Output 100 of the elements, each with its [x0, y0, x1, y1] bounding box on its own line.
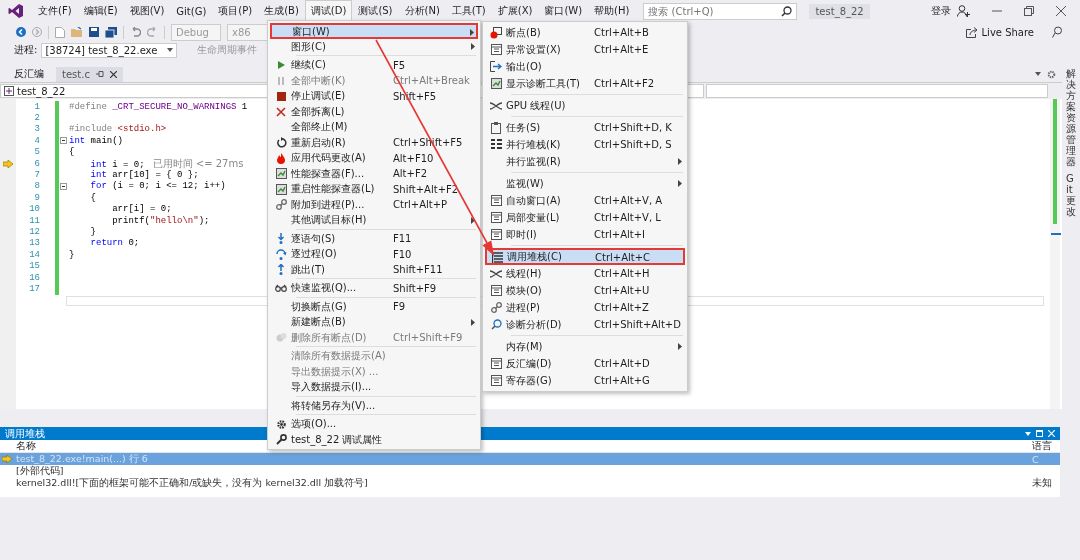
menu-bar-item[interactable]: 工具(T): [445, 0, 492, 22]
menu-item[interactable]: 监视(W): [485, 175, 685, 192]
line-number: 11: [28, 215, 40, 226]
pin-icon[interactable]: [95, 70, 104, 78]
call-stack-row[interactable]: kernel32.dll![下面的框架可能不正确和/或缺失，没有为 kernel32.dll 加载符号] 未知: [0, 477, 1060, 489]
menu-item[interactable]: 跳出(T) Shift+F11: [270, 261, 478, 277]
collapse-icon[interactable]: [59, 137, 67, 145]
menu-bar-item[interactable]: 调试(D): [304, 0, 353, 22]
dropdown-caret-icon[interactable]: [1025, 431, 1031, 436]
menu-item[interactable]: 全部拆离(L): [270, 103, 478, 119]
menu-bar-item[interactable]: 测试(S): [352, 0, 399, 22]
menu-item[interactable]: 重启性能探查器(L) Shift+Alt+F2: [270, 181, 478, 197]
side-tab[interactable]: Git 更改: [1066, 173, 1076, 217]
maximize-icon[interactable]: [1036, 430, 1043, 437]
pause-icon: [277, 75, 285, 86]
menu-item[interactable]: 反汇编(D) Ctrl+Alt+D: [485, 355, 685, 372]
menu-item[interactable]: 即时(I) Ctrl+Alt+I: [485, 226, 685, 243]
menu-item[interactable]: 新建断点(B): [270, 314, 478, 330]
code-line: }: [69, 249, 75, 260]
frame-language: 未知: [1032, 476, 1053, 490]
menu-item[interactable]: 寄存器(G) Ctrl+Alt+G: [485, 372, 685, 389]
menu-item[interactable]: 附加到进程(P)... Ctrl+Alt+P: [270, 196, 478, 212]
stop-icon: [276, 91, 286, 101]
link-icon: [490, 302, 502, 313]
line-number: 2: [33, 113, 40, 124]
menu-bar-item[interactable]: 编辑(E): [77, 0, 124, 22]
menu-item[interactable]: 模块(O) Ctrl+Alt+U: [485, 282, 685, 299]
code-line: {: [89, 192, 96, 203]
call-stack-row[interactable]: [外部代码]: [0, 465, 1060, 477]
menu-item[interactable]: 应用代码更改(A) Alt+F10: [270, 150, 478, 166]
menu-item[interactable]: 显示诊断工具(T) Ctrl+Alt+F2: [485, 75, 685, 92]
menu-item[interactable]: 其他调试目标(H): [270, 212, 478, 228]
menu-bar-item[interactable]: Git(G): [170, 1, 213, 21]
menu-item[interactable]: 逐过程(O) F10: [270, 246, 478, 262]
vertical-scrollbar[interactable]: [1050, 99, 1060, 409]
menu-item[interactable]: 自动窗口(A) Ctrl+Alt+V, A: [485, 192, 685, 209]
menu-item[interactable]: 进程(P) Ctrl+Alt+Z: [485, 299, 685, 316]
add-person-icon[interactable]: [957, 5, 970, 17]
open-folder-icon[interactable]: [71, 27, 83, 37]
save-icon[interactable]: [89, 27, 99, 37]
menu-item[interactable]: 切换断点(G) F9: [270, 298, 478, 314]
new-file-icon[interactable]: [55, 26, 65, 38]
menu-item[interactable]: 逐语句(S) F11: [270, 230, 478, 246]
menu-item[interactable]: 调用堆栈(C) Ctrl+Alt+C: [485, 248, 685, 265]
menu-item[interactable]: 图形(C): [270, 38, 478, 54]
menu-bar-item[interactable]: 窗口(W): [538, 0, 589, 22]
menu-item[interactable]: 线程(H) Ctrl+Alt+H: [485, 265, 685, 282]
column-header[interactable]: 语言: [1032, 439, 1060, 453]
line-number: 17: [28, 283, 40, 294]
menu-item[interactable]: 窗口(W): [270, 23, 478, 39]
back-icon[interactable]: [16, 27, 26, 37]
chart-icon: [490, 78, 502, 89]
menu-bar-item[interactable]: 视图(V): [123, 0, 171, 22]
document-tab[interactable]: test.c: [56, 66, 123, 82]
menu-bar-item[interactable]: 生成(B): [258, 0, 305, 22]
code-line: #include <stdio.h>: [69, 124, 167, 135]
menu-item[interactable]: GPU 线程(U): [485, 97, 685, 114]
menu-item[interactable]: 局部变量(L) Ctrl+Alt+V, L: [485, 209, 685, 226]
document-tab[interactable]: 反汇编: [8, 66, 50, 82]
menu-item[interactable]: 将转储另存为(V)...: [270, 397, 478, 413]
side-tab[interactable]: 解决方案资源管理器: [1066, 68, 1076, 167]
menu-item[interactable]: 继续(C) F5: [270, 57, 478, 73]
menu-item[interactable]: 异常设置(X) Ctrl+Alt+E: [485, 41, 685, 58]
menu-item[interactable]: 并行堆栈(K) Ctrl+Shift+D, S: [485, 136, 685, 153]
collapse-icon[interactable]: [59, 182, 67, 190]
menu-bar-item[interactable]: 扩展(X): [491, 0, 539, 22]
undo-icon[interactable]: [130, 27, 141, 37]
menu-bar-item[interactable]: 文件(F): [32, 0, 78, 22]
search-icon: [490, 319, 502, 330]
process-label: 进程:: [14, 43, 38, 57]
menu-item[interactable]: 快速监视(Q)... Shift+F9: [270, 280, 478, 296]
menu-item[interactable]: 性能探查器(F)... Alt+F2: [270, 165, 478, 181]
live-share-button[interactable]: Live Share: [963, 25, 1036, 39]
menu-bar-item[interactable]: 帮助(H): [588, 0, 636, 22]
shortcut-label: Ctrl+Alt+C: [595, 251, 652, 263]
restore-icon[interactable]: [1024, 6, 1034, 16]
menu-item[interactable]: 选项(O)...: [270, 416, 478, 432]
sign-in-link[interactable]: 登录: [931, 4, 951, 18]
menu-item[interactable]: 断点(B) Ctrl+Alt+B: [485, 24, 685, 41]
line-number: 13: [28, 238, 40, 249]
menu-bar-item[interactable]: 项目(P): [212, 0, 259, 22]
close-icon[interactable]: [1056, 6, 1066, 16]
dropdown-caret-icon[interactable]: [1035, 72, 1041, 76]
menu-item[interactable]: 并行监视(R): [485, 153, 685, 170]
menu-item[interactable]: 诊断分析(D) Ctrl+Shift+Alt+D: [485, 316, 685, 333]
column-header[interactable]: 名称: [14, 439, 36, 453]
menu-item[interactable]: 内存(M): [485, 338, 685, 355]
settings-icon[interactable]: [1047, 69, 1056, 79]
shortcut-label: F10: [393, 248, 413, 260]
line-number: 1: [33, 101, 40, 112]
process-dropdown[interactable]: [38724] test_8_22.exe: [41, 42, 178, 58]
close-icon[interactable]: [109, 70, 117, 78]
menu-item[interactable]: test_8_22 调试属性: [270, 431, 478, 447]
menu-item[interactable]: 全部终止(M): [270, 119, 478, 135]
menu-item[interactable]: 导入数据提示(I)...: [270, 379, 478, 395]
menu-item[interactable]: 输出(O): [485, 58, 685, 75]
menu-bar-item[interactable]: 分析(N): [398, 0, 446, 22]
menu-item[interactable]: 任务(S) Ctrl+Shift+D, K: [485, 119, 685, 136]
search-field[interactable]: 搜索 (Ctrl+Q): [643, 2, 798, 20]
save-all-icon[interactable]: [105, 26, 117, 38]
